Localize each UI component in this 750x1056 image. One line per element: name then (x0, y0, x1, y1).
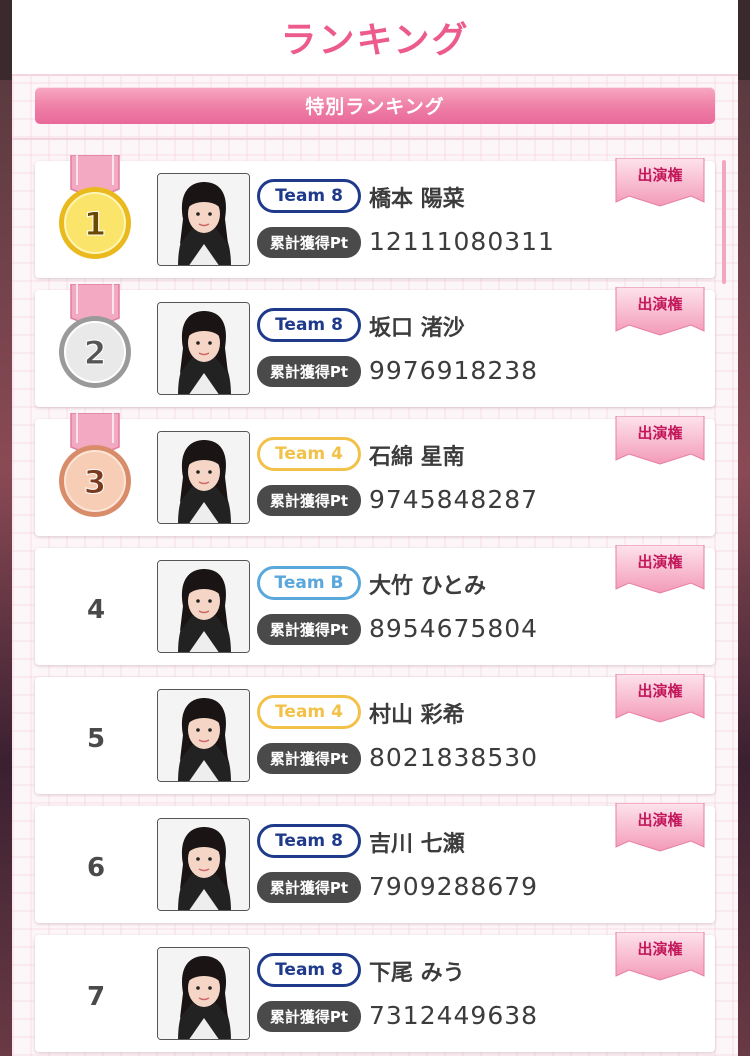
member-photo-image (158, 174, 249, 265)
member-photo-image (158, 690, 249, 781)
rank-area: 2 (35, 284, 157, 407)
member-photo[interactable] (157, 431, 250, 524)
appearance-right-badge[interactable]: 出演権 (615, 157, 705, 212)
medal-icon: 3 (59, 413, 131, 517)
points-value: 8021838530 (369, 743, 539, 772)
rank-area: 6 (35, 806, 157, 923)
member-photo-image (158, 948, 249, 1039)
svg-text:2: 2 (84, 334, 106, 372)
points-label: 累計獲得Pt (257, 1001, 361, 1032)
member-photo-image (158, 561, 249, 652)
divider (12, 138, 738, 140)
team-badge: Team 4 (257, 437, 361, 471)
ranking-row-2[interactable]: 2 Team 8 坂口 渚沙 累計獲得Pt 9976918238 出演権 (35, 284, 715, 407)
member-photo-image (158, 303, 249, 394)
appearance-right-badge[interactable]: 出演権 (615, 802, 705, 857)
member-photo[interactable] (157, 818, 250, 911)
special-ranking-label: 特別ランキング (305, 96, 445, 118)
appearance-right-label: 出演権 (637, 295, 683, 313)
rank-area: 1 (35, 155, 157, 278)
rank-number: 5 (86, 723, 106, 754)
appearance-right-badge[interactable]: 出演権 (615, 286, 705, 341)
member-photo[interactable] (157, 173, 250, 266)
team-badge: Team 8 (257, 824, 361, 858)
svg-text:1: 1 (84, 205, 106, 243)
points-label: 累計獲得Pt (257, 485, 361, 516)
rank-number: 4 (86, 594, 106, 625)
points-label: 累計獲得Pt (257, 743, 361, 774)
member-photo-image (158, 432, 249, 523)
member-photo[interactable] (157, 689, 250, 782)
member-name: 村山 彩希 (369, 703, 465, 728)
ranking-row-6[interactable]: 6 Team 8 吉川 七瀬 累計獲得Pt 7909288679 出演権 (35, 802, 715, 923)
rank-area: 5 (35, 677, 157, 794)
ranking-row-4[interactable]: 4 Team B 大竹 ひとみ 累計獲得Pt 8954675804 出演権 (35, 544, 715, 665)
points-value: 7312449638 (369, 1001, 539, 1030)
member-photo[interactable] (157, 560, 250, 653)
member-name: 下尾 みう (369, 961, 465, 986)
ranking-row-3[interactable]: 3 Team 4 石綿 星南 累計獲得Pt 9745848287 出演権 (35, 413, 715, 536)
appearance-right-badge[interactable]: 出演権 (615, 544, 705, 599)
member-name: 大竹 ひとみ (369, 574, 486, 599)
member-photo-image (158, 819, 249, 910)
member-name: 吉川 七瀬 (369, 832, 465, 857)
page-title: ランキング (280, 20, 470, 61)
medal-icon: 2 (59, 284, 131, 388)
appearance-right-badge[interactable]: 出演権 (615, 931, 705, 986)
points-value: 12111080311 (369, 227, 555, 256)
scrollbar[interactable] (722, 160, 726, 284)
points-label: 累計獲得Pt (257, 872, 361, 903)
points-label: 累計獲得Pt (257, 614, 361, 645)
ranking-panel: ランキング 特別ランキング 1 Team 8 橋本 陽菜 累計獲得Pt 1211… (12, 0, 738, 1056)
member-name: 坂口 渚沙 (369, 316, 465, 341)
points-value: 8954675804 (369, 614, 539, 643)
ranking-row-5[interactable]: 5 Team 4 村山 彩希 累計獲得Pt 8021838530 出演権 (35, 673, 715, 794)
member-photo[interactable] (157, 947, 250, 1040)
rank-number: 6 (86, 852, 106, 883)
member-name: 橋本 陽菜 (369, 187, 465, 212)
appearance-right-badge[interactable]: 出演権 (615, 673, 705, 728)
rank-area: 7 (35, 935, 157, 1052)
points-value: 9745848287 (369, 485, 539, 514)
member-name: 石綿 星南 (369, 445, 465, 470)
background-right (736, 80, 750, 1056)
ranking-row-1[interactable]: 1 Team 8 橋本 陽菜 累計獲得Pt 12111080311 出演権 (35, 155, 715, 278)
rank-number: 7 (86, 981, 106, 1012)
appearance-right-label: 出演権 (637, 553, 683, 571)
rank-area: 4 (35, 548, 157, 665)
header: ランキング (12, 0, 738, 76)
ranking-row-7[interactable]: 7 Team 8 下尾 みう 累計獲得Pt 7312449638 出演権 (35, 931, 715, 1052)
team-badge: Team 8 (257, 179, 361, 213)
appearance-right-label: 出演権 (637, 811, 683, 829)
points-value: 9976918238 (369, 356, 539, 385)
special-ranking-tab[interactable]: 特別ランキング (35, 87, 715, 124)
medal-icon: 1 (59, 155, 131, 259)
team-badge: Team B (257, 566, 361, 600)
appearance-right-label: 出演権 (637, 166, 683, 184)
points-value: 7909288679 (369, 872, 539, 901)
rank-area: 3 (35, 413, 157, 536)
appearance-right-badge[interactable]: 出演権 (615, 415, 705, 470)
team-badge: Team 4 (257, 695, 361, 729)
svg-text:3: 3 (84, 463, 106, 501)
member-photo[interactable] (157, 302, 250, 395)
points-label: 累計獲得Pt (257, 227, 361, 258)
appearance-right-label: 出演権 (637, 940, 683, 958)
team-badge: Team 8 (257, 953, 361, 987)
appearance-right-label: 出演権 (637, 424, 683, 442)
appearance-right-label: 出演権 (637, 682, 683, 700)
points-label: 累計獲得Pt (257, 356, 361, 387)
team-badge: Team 8 (257, 308, 361, 342)
